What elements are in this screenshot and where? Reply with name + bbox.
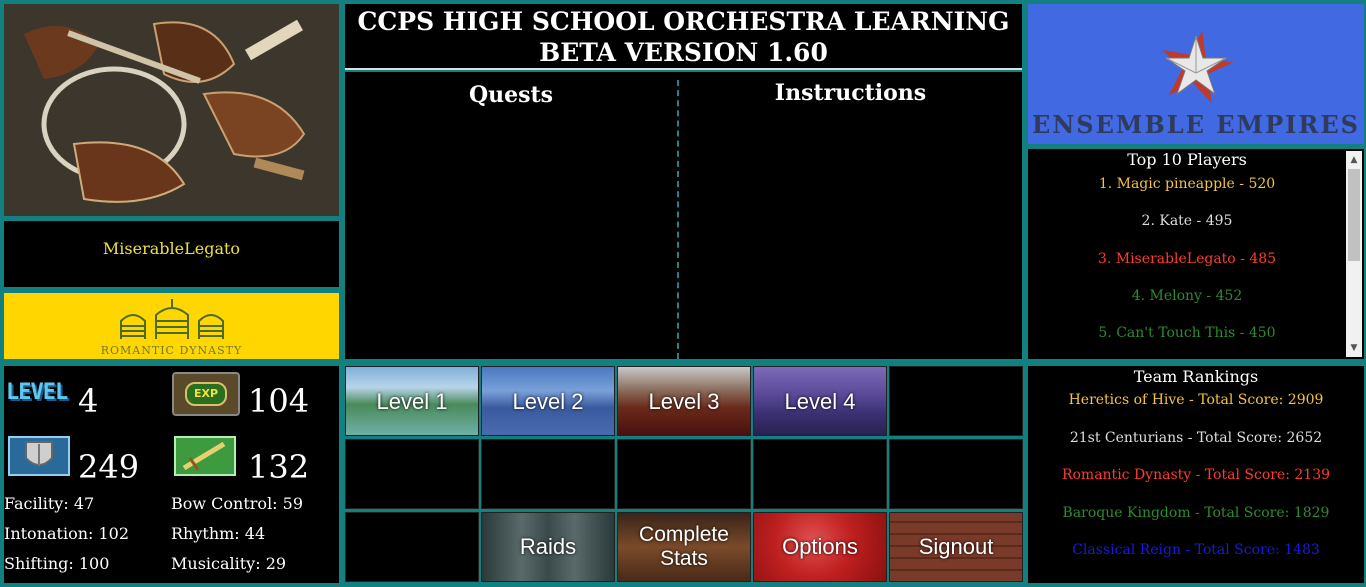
top-player-entry-5: 5. Can't Touch This - 450 [1098, 325, 1276, 342]
quests-heading: Quests [468, 82, 554, 108]
team-logo: ROMANTIC DYNASTY [4, 293, 339, 359]
top-player-entry-3: 3. MiserableLegato - 485 [1097, 250, 1277, 267]
raids-button[interactable]: Raids [481, 512, 615, 582]
empty-grid-cell [889, 439, 1023, 509]
attack-value: 132 [248, 448, 310, 486]
complete-stats-label: Complete Stats [618, 523, 750, 571]
raids-label: Raids [519, 534, 577, 559]
signout-label: Signout [918, 534, 994, 559]
complete-stats-button[interactable]: Complete Stats [617, 512, 751, 582]
stat-intonation: Intonation: 102 [4, 524, 130, 543]
exp-value: 104 [248, 382, 310, 420]
top-player-entry-2: 2. Kate - 495 [1141, 213, 1233, 230]
empty-grid-cell [617, 439, 751, 509]
signout-button[interactable]: Signout [889, 512, 1023, 582]
team-logo-text: ROMANTIC DYNASTY [100, 344, 243, 357]
panel-divider [677, 80, 679, 359]
top-player-entry-1: 1. Magic pineapple - 520 [1098, 176, 1276, 192]
player-stats-panel: LEVEL 4 EXP 104 249 132 Facility: 47 Bow… [4, 366, 339, 583]
player-avatar-image [4, 4, 339, 216]
level-icon-text: LEVEL [6, 380, 68, 405]
team-ranking-entry-1: Heretics of Hive - Total Score: 2909 [1068, 392, 1324, 408]
brand-name: ENSEMBLE EMPIRES [1032, 110, 1360, 139]
star-emblem-icon [1162, 30, 1234, 104]
empty-grid-cell [753, 439, 887, 509]
scroll-down-arrow-icon[interactable]: ▼ [1346, 341, 1362, 355]
team-ranking-entry-2: 21st Centurians - Total Score: 2652 [1069, 429, 1323, 446]
stat-musicality: Musicality: 29 [171, 554, 287, 573]
stat-facility: Facility: 47 [4, 494, 95, 513]
top-player-entry-4: 4. Melony - 452 [1131, 287, 1243, 304]
level-1-button[interactable]: Level 1 [345, 366, 479, 436]
level-1-label: Level 1 [376, 389, 448, 414]
quests-instructions-panel: Quests Instructions [345, 72, 1022, 359]
level-3-label: Level 3 [648, 389, 720, 414]
exp-icon: EXP [172, 372, 240, 416]
level-3-button[interactable]: Level 3 [617, 366, 751, 436]
defense-value: 249 [78, 448, 140, 486]
exp-icon-label: EXP [185, 382, 227, 406]
level-2-button[interactable]: Level 2 [481, 366, 615, 436]
top-10-title: Top 10 Players [1127, 150, 1247, 169]
stat-rhythm: Rhythm: 44 [171, 524, 266, 543]
level-value: 4 [78, 382, 99, 420]
app-title-line2: BETA VERSION 1.60 [539, 38, 828, 67]
empty-grid-cell [889, 366, 1023, 436]
shield-icon [8, 436, 70, 476]
level-4-label: Level 4 [784, 389, 856, 414]
top-10-scrollbar[interactable]: ▲ ▼ [1346, 151, 1362, 357]
broken-violin-illustration [4, 4, 339, 216]
team-ranking-entry-4: Baroque Kingdom - Total Score: 1829 [1062, 504, 1330, 521]
app-title-line1: CCPS HIGH SCHOOL ORCHESTRA LEARNING [357, 7, 1010, 36]
scroll-up-arrow-icon[interactable]: ▲ [1346, 153, 1362, 167]
player-name: MiserableLegato [102, 239, 241, 258]
level-2-label: Level 2 [512, 389, 584, 414]
team-ranking-entry-5: Classical Reign - Total Score: 1483 [1072, 542, 1320, 558]
app-title-panel: CCPS HIGH SCHOOL ORCHESTRA LEARNING BETA… [345, 4, 1022, 70]
player-name-panel: MiserableLegato [4, 221, 339, 287]
empty-grid-cell [481, 439, 615, 509]
options-label: Options [782, 534, 858, 559]
team-buildings-icon [120, 299, 224, 339]
top-10-players-panel: Top 10 Players 1. Magic pineapple - 520 2… [1028, 149, 1364, 359]
scroll-thumb[interactable] [1348, 169, 1360, 261]
instructions-heading: Instructions [774, 80, 927, 106]
app-title: CCPS HIGH SCHOOL ORCHESTRA LEARNING BETA… [345, 6, 1022, 68]
sword-icon [174, 436, 236, 476]
level-icon: LEVEL [6, 372, 72, 414]
stat-bow-control: Bow Control: 59 [171, 494, 304, 513]
brand-logo: ENSEMBLE EMPIRES [1028, 4, 1364, 144]
team-rankings-panel: Team Rankings Heretics of Hive - Total S… [1028, 366, 1364, 583]
complete-stats-label-line1: Complete [639, 523, 729, 546]
team-rankings-title: Team Rankings [1133, 367, 1259, 386]
options-button[interactable]: Options [753, 512, 887, 582]
stat-shifting: Shifting: 100 [4, 554, 110, 573]
empty-grid-cell [345, 439, 479, 509]
empty-grid-cell [345, 512, 479, 582]
level-4-button[interactable]: Level 4 [753, 366, 887, 436]
team-ranking-entry-3: Romantic Dynasty - Total Score: 2139 [1061, 467, 1331, 483]
complete-stats-label-line2: Stats [660, 547, 708, 570]
